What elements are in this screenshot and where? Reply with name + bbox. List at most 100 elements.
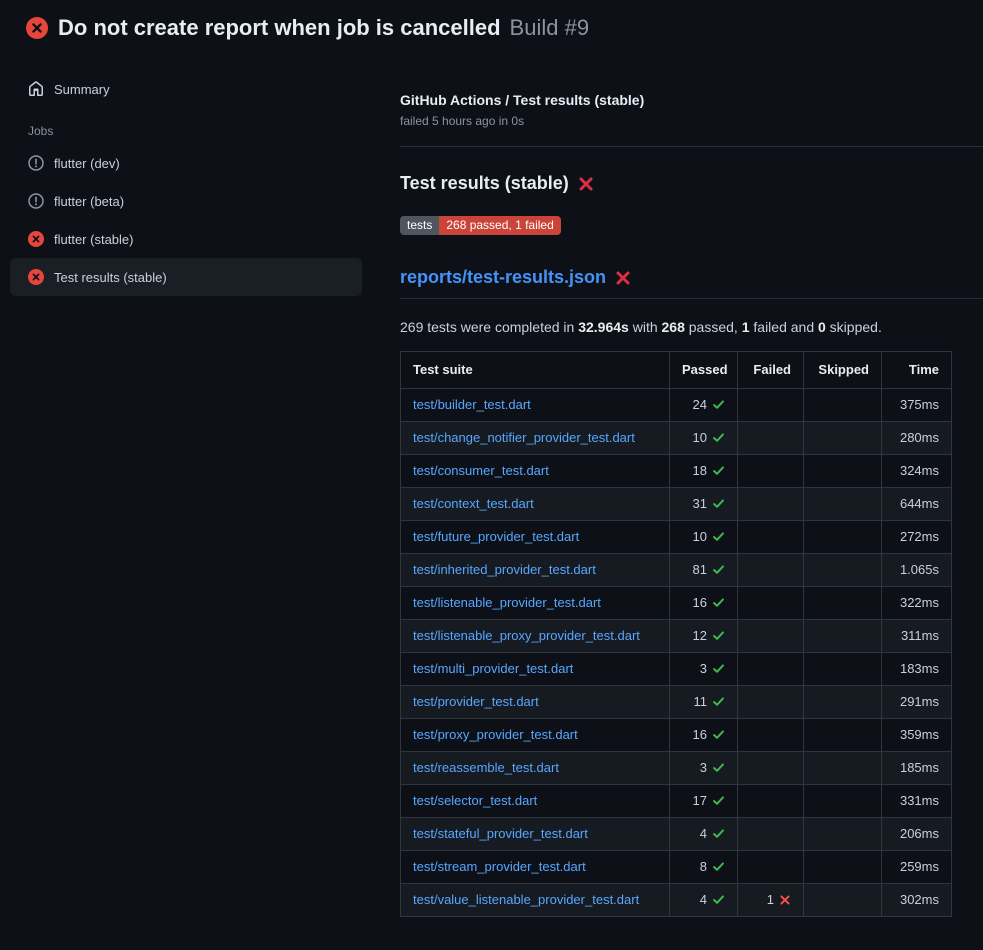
time-cell: 183ms (882, 653, 952, 686)
suite-link[interactable]: test/reassemble_test.dart (413, 760, 559, 775)
test-suite-row: test/listenable_proxy_provider_test.dart… (401, 620, 952, 653)
table-header-row: Test suite Passed Failed Skipped Time (401, 352, 952, 389)
breadcrumb: GitHub Actions / Test results (stable) (400, 92, 983, 108)
passed-cell: 4 (670, 818, 738, 851)
x-icon (779, 892, 791, 908)
section-title: Test results (stable) (400, 173, 983, 194)
time-cell: 359ms (882, 719, 952, 752)
passed-count: 11 (694, 694, 708, 709)
passed-cell: 10 (670, 422, 738, 455)
passed-cell: 11 (670, 686, 738, 719)
alert-circle-icon (28, 193, 44, 209)
passed-cell: 3 (670, 752, 738, 785)
test-suite-row: test/selector_test.dart 17 331ms (401, 785, 952, 818)
passed-cell: 17 (670, 785, 738, 818)
passed-cell: 12 (670, 620, 738, 653)
suite-link[interactable]: test/change_notifier_provider_test.dart (413, 430, 635, 445)
suite-cell: test/listenable_proxy_provider_test.dart (401, 620, 670, 653)
time-cell: 291ms (882, 686, 952, 719)
test-suite-row: test/change_notifier_provider_test.dart 1… (401, 422, 952, 455)
suite-cell: test/inherited_provider_test.dart (401, 554, 670, 587)
column-header-test-suite: Test suite (401, 352, 670, 389)
failed-count: 1 (767, 892, 774, 907)
suite-link[interactable]: test/value_listenable_provider_test.dart (413, 892, 639, 907)
summary-passed-count: 268 (662, 319, 685, 335)
sidebar-item-flutter-beta[interactable]: flutter (beta) (10, 182, 362, 220)
results-table-body: test/builder_test.dart24375mstest/change… (401, 389, 952, 917)
time-cell: 331ms (882, 785, 952, 818)
test-suite-row: test/reassemble_test.dart3185ms (401, 752, 952, 785)
suite-link[interactable]: test/builder_test.dart (413, 397, 531, 412)
passed-cell: 24 (670, 389, 738, 422)
report-heading: reports/test-results.json (400, 267, 983, 299)
check-icon (712, 397, 725, 413)
suite-cell: test/selector_test.dart (401, 785, 670, 818)
section-title-text: Test results (stable) (400, 173, 569, 194)
suite-link[interactable]: test/provider_test.dart (413, 694, 539, 709)
time-cell: 375ms (882, 389, 952, 422)
build-number: Build #9 (510, 15, 590, 41)
divider (400, 146, 983, 147)
passed-count: 10 (693, 430, 707, 445)
jobs-list: flutter (dev) flutter (beta) (10, 144, 362, 296)
suite-link[interactable]: test/listenable_provider_test.dart (413, 595, 601, 610)
run-status-line: failed 5 hours ago in 0s (400, 114, 983, 128)
job-label: flutter (stable) (54, 232, 133, 247)
summary-text: failed and (750, 319, 819, 335)
suite-link[interactable]: test/future_provider_test.dart (413, 529, 579, 544)
check-icon (712, 859, 725, 875)
failed-cell (738, 752, 804, 785)
app-root: Do not create report when job is cancell… (0, 0, 983, 950)
suite-cell: test/stateful_provider_test.dart (401, 818, 670, 851)
suite-cell: test/context_test.dart (401, 488, 670, 521)
passed-count: 4 (700, 826, 707, 841)
failed-cell (738, 521, 804, 554)
failed-cell (738, 785, 804, 818)
skipped-cell (804, 851, 882, 884)
suite-link[interactable]: test/listenable_proxy_provider_test.dart (413, 628, 640, 643)
test-suite-row: test/proxy_provider_test.dart 16 359ms (401, 719, 952, 752)
suite-cell: test/provider_test.dart (401, 686, 670, 719)
sidebar-item-flutter-stable[interactable]: flutter (stable) (10, 220, 362, 258)
suite-link[interactable]: test/stream_provider_test.dart (413, 859, 586, 874)
suite-cell: test/change_notifier_provider_test.dart (401, 422, 670, 455)
skipped-cell (804, 587, 882, 620)
summary-text: skipped. (826, 319, 882, 335)
layout: Summary Jobs flutter (dev) (0, 54, 983, 917)
column-header-failed: Failed (738, 352, 804, 389)
suite-link[interactable]: test/stateful_provider_test.dart (413, 826, 588, 841)
suite-link[interactable]: test/inherited_provider_test.dart (413, 562, 596, 577)
time-cell: 324ms (882, 455, 952, 488)
time-cell: 302ms (882, 884, 952, 917)
failed-cell (738, 719, 804, 752)
sidebar-item-test-results-stable[interactable]: Test results (stable) (10, 258, 362, 296)
sidebar-item-flutter-dev[interactable]: flutter (dev) (10, 144, 362, 182)
skipped-cell (804, 686, 882, 719)
suite-link[interactable]: test/context_test.dart (413, 496, 534, 511)
suite-link[interactable]: test/multi_provider_test.dart (413, 661, 573, 676)
passed-count: 17 (693, 793, 707, 808)
sidebar-item-summary[interactable]: Summary (10, 70, 362, 108)
suite-link[interactable]: test/selector_test.dart (413, 793, 537, 808)
passed-cell: 16 (670, 719, 738, 752)
job-label: flutter (beta) (54, 194, 124, 209)
suite-link[interactable]: test/consumer_test.dart (413, 463, 549, 478)
column-header-passed: Passed (670, 352, 738, 389)
test-suite-row: test/context_test.dart31644ms (401, 488, 952, 521)
check-icon (712, 793, 725, 809)
passed-cell: 31 (670, 488, 738, 521)
skipped-cell (804, 389, 882, 422)
passed-count: 3 (700, 661, 707, 676)
failed-cell (738, 422, 804, 455)
passed-count: 12 (693, 628, 707, 643)
suite-link[interactable]: test/proxy_provider_test.dart (413, 727, 578, 742)
time-cell: 1.065s (882, 554, 952, 587)
test-suite-row: test/provider_test.dart 11 291ms (401, 686, 952, 719)
failed-cell (738, 389, 804, 422)
check-icon (712, 562, 725, 578)
suite-cell: test/proxy_provider_test.dart (401, 719, 670, 752)
report-file-link[interactable]: reports/test-results.json (400, 267, 606, 288)
suite-cell: test/consumer_test.dart (401, 455, 670, 488)
failed-cell (738, 620, 804, 653)
skipped-cell (804, 488, 882, 521)
